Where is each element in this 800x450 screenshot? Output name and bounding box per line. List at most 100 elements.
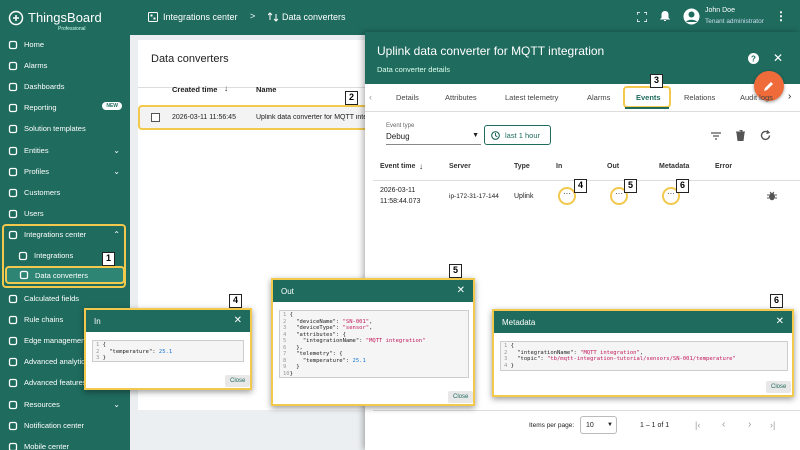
- tab-alarms[interactable]: Alarms: [587, 93, 610, 102]
- chevron-down-icon[interactable]: ⌄: [113, 167, 120, 176]
- sidebar-item-notification-center[interactable]: Notification center: [0, 415, 130, 436]
- time-range-label: last 1 hour: [505, 131, 541, 140]
- sidebar-item-resources[interactable]: Resources ⌄: [0, 394, 130, 415]
- step-marker-6: 6: [770, 294, 783, 308]
- sidebar-item-customers[interactable]: Customers: [0, 182, 130, 203]
- sidebar-item-calculated-fields[interactable]: Calculated fields: [0, 288, 130, 309]
- row-checkbox[interactable]: [151, 113, 160, 122]
- close-button[interactable]: Close: [225, 375, 251, 387]
- bug-icon[interactable]: [767, 191, 777, 201]
- brand-name: ThingsBoard: [28, 10, 102, 25]
- col-created-time[interactable]: Created time: [172, 85, 217, 94]
- tab-latest-telemetry[interactable]: Latest telemetry: [505, 93, 558, 102]
- row-name[interactable]: Uplink data converter for MQTT integrati…: [256, 114, 366, 121]
- event-type-select[interactable]: Debug ▼: [386, 132, 481, 145]
- tab-audit-logs[interactable]: Audit logs: [740, 93, 780, 102]
- sidebar-item-users[interactable]: Users: [0, 203, 130, 224]
- step-marker-3: 3: [650, 74, 663, 88]
- event-time: 11:58:44.073: [380, 198, 421, 205]
- active-tab-indicator: [625, 107, 669, 109]
- step-marker-4: 4: [574, 179, 587, 193]
- col-in: In: [556, 163, 563, 170]
- sidebar-item-profiles[interactable]: Profiles ⌄: [0, 161, 130, 182]
- notification-icon: [8, 421, 18, 431]
- tabs-scroll-right-icon[interactable]: ›: [788, 91, 791, 102]
- first-page-icon[interactable]: |‹: [695, 420, 700, 430]
- help-icon[interactable]: ?: [748, 53, 759, 64]
- col-out: Out: [607, 163, 620, 170]
- tab-attributes[interactable]: Attributes: [445, 93, 477, 102]
- top-bar: Integrations center > Data converters Jo…: [130, 0, 800, 35]
- step-marker-5: 5: [449, 264, 462, 278]
- refresh-icon[interactable]: [760, 130, 771, 141]
- converter-icon: [268, 12, 278, 22]
- divider: [365, 111, 800, 112]
- sidebar-item-alarms[interactable]: Alarms: [0, 55, 130, 76]
- sidebar-item-label: Alarms: [24, 61, 48, 70]
- out-popup-title: Out: [281, 287, 294, 296]
- sidebar-item-home[interactable]: Home: [0, 34, 130, 55]
- step-marker-5: 5: [624, 179, 637, 193]
- sidebar-item-entities[interactable]: Entities ⌄: [0, 140, 130, 161]
- chevron-down-icon[interactable]: ⌄: [113, 400, 120, 409]
- sidebar-item-label: Mobile center: [24, 442, 70, 450]
- close-button[interactable]: Close: [766, 381, 792, 393]
- tab-events[interactable]: Events: [636, 93, 661, 102]
- delete-icon[interactable]: [736, 130, 745, 141]
- divider: [373, 410, 800, 411]
- tab-relations[interactable]: Relations: [684, 93, 715, 102]
- svg-text:?: ?: [751, 54, 756, 63]
- close-icon[interactable]: ✕: [234, 315, 242, 326]
- tab-details[interactable]: Details: [396, 93, 419, 102]
- close-icon[interactable]: ✕: [776, 316, 784, 327]
- col-metadata: Metadata: [659, 163, 690, 170]
- mobile-icon: [8, 442, 18, 450]
- sidebar-item-label: Reporting: [24, 103, 57, 112]
- close-icon[interactable]: ✕: [457, 285, 465, 296]
- event-date: 2026-03-11: [380, 187, 416, 194]
- more-vert-icon[interactable]: ⋮: [775, 9, 787, 23]
- close-button[interactable]: Close: [448, 391, 474, 403]
- calc-icon: [8, 294, 18, 304]
- sidebar-item-mobile-center[interactable]: Mobile center: [0, 436, 130, 450]
- sidebar-item-solution-templates[interactable]: Solution templates: [0, 118, 130, 139]
- notifications-bell-icon[interactable]: [660, 11, 670, 22]
- avatar[interactable]: [683, 8, 700, 25]
- prev-page-icon[interactable]: ‹: [722, 419, 725, 430]
- close-icon[interactable]: ✕: [773, 51, 783, 65]
- report-icon: [8, 103, 18, 113]
- last-page-icon[interactable]: ›|: [770, 420, 775, 430]
- filter-icon[interactable]: [711, 132, 721, 140]
- time-range-button[interactable]: last 1 hour: [484, 125, 551, 145]
- sort-down-icon[interactable]: ↓: [419, 162, 423, 171]
- metadata-popup: Metadata ✕ 1 { 2 "integrationName": "MQTT…: [492, 309, 794, 397]
- sidebar-item-label: Rule chains: [24, 315, 64, 324]
- col-name[interactable]: Name: [256, 85, 276, 94]
- dropdown-arrow-icon: ▼: [607, 422, 613, 428]
- sidebar-item-dashboards[interactable]: Dashboards: [0, 76, 130, 97]
- out-popup-header: Out ✕: [273, 280, 473, 302]
- thingsboard-logo[interactable]: ThingsBoard Professional: [8, 9, 118, 33]
- col-type: Type: [514, 163, 530, 170]
- sidebar-item-label: Dashboards: [24, 82, 65, 91]
- page-size-select[interactable]: 10 ▼: [580, 416, 617, 434]
- metadata-popup-title: Metadata: [502, 318, 536, 327]
- breadcrumb-parent[interactable]: Integrations center: [163, 12, 238, 22]
- drawer-header: Uplink data converter for MQTT integrati…: [365, 32, 800, 84]
- tabs-scroll-left-icon[interactable]: ‹: [369, 92, 372, 102]
- col-event-time[interactable]: Event time: [380, 163, 415, 170]
- metadata-popup-header: Metadata ✕: [494, 311, 792, 333]
- row-created-time: 2026-03-11 11:56:45: [172, 114, 236, 121]
- step-marker-2: 2: [345, 91, 358, 105]
- fullscreen-icon[interactable]: [637, 12, 647, 22]
- chevron-down-icon[interactable]: ⌄: [113, 146, 120, 155]
- sort-down-icon[interactable]: ↓: [224, 84, 228, 93]
- entities-icon: [8, 146, 18, 156]
- brand-tagline: Professional: [58, 26, 86, 32]
- out-code-block: 1 { 2 "deviceName": "SN-001", 3 "deviceT…: [279, 310, 469, 378]
- next-page-icon[interactable]: ›: [748, 419, 751, 430]
- sidebar-item-label: Notification center: [24, 421, 85, 430]
- rule-chain-icon: [8, 315, 18, 325]
- event-type-label: Event type: [386, 123, 415, 129]
- sidebar-item-reporting[interactable]: Reporting NEW: [0, 97, 130, 118]
